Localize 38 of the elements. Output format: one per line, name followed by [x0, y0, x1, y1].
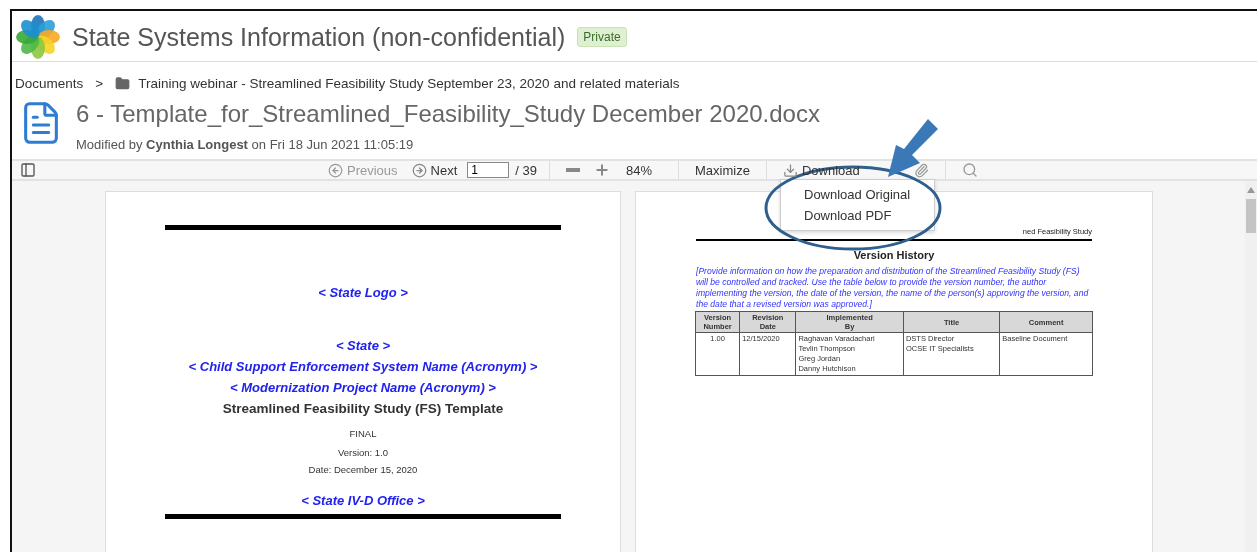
arrow-left-icon: [328, 162, 343, 178]
page-text: Version: 1.0: [337, 447, 389, 458]
visibility-badge: Private: [577, 27, 627, 47]
page-text: < Child Support Enforcement System Name (Acronym) >: [188, 359, 538, 374]
page-text: < State >: [335, 338, 391, 353]
page-text: < State Logo >: [318, 285, 408, 300]
logo-icon: [14, 13, 62, 61]
section-heading: Version History: [853, 249, 935, 261]
folder-icon: [115, 76, 131, 91]
next-button[interactable]: Next: [407, 162, 462, 178]
minus-icon: [566, 168, 580, 172]
paperclip-icon: [913, 162, 929, 178]
plus-icon: [594, 162, 610, 178]
menu-item[interactable]: Download Original: [781, 184, 934, 205]
document-title: 6 - Template_for_Streamlined_Feasibility_Study December 2020.docx: [76, 100, 820, 128]
scroll-up-icon[interactable]: [1247, 187, 1255, 193]
sidebar-toggle-icon[interactable]: [20, 162, 36, 178]
page-number-field[interactable]: 1: [467, 162, 510, 178]
download-icon: [782, 162, 798, 178]
page-text: Date: December 15, 2020: [308, 464, 418, 475]
instruction-text: [Provide information on how the preparation and distribution of the Streamlined Feasibility Study (FS) will be controlled and tracked. Use the table below to provide the version number, the author implementing the version, the date of the version, the name of the person(s) approving the version, and the date that a revised version was approved.]: [696, 266, 1090, 310]
page-total: / 39: [515, 162, 537, 178]
modified-info: Modified by Cynthia Longest on Fri 18 Jun 2021 11:05:19: [76, 137, 415, 152]
page-text: FINAL: [349, 428, 377, 439]
site-title: State Systems Information (non-confidential): [72, 22, 566, 52]
page-text: < State IV-D Office >: [301, 493, 425, 508]
breadcrumb-link[interactable]: Documents: [15, 76, 84, 91]
search-icon: [961, 162, 978, 178]
scrollbar[interactable]: [1245, 181, 1257, 552]
page-text: Streamlined Feasibility Study (FS) Template: [222, 401, 504, 416]
menu-item[interactable]: Download PDF: [781, 205, 934, 226]
breadcrumb-link[interactable]: Training webinar - Streamlined Feasibility Study September 23, 2020 and related materials: [138, 76, 680, 91]
page-text: < Modernization Project Name (Acronym) >: [230, 380, 496, 395]
breadcrumb-separator: >: [95, 76, 104, 91]
zoom-level: 84%: [626, 162, 653, 178]
scrollbar-thumb[interactable]: [1246, 199, 1256, 233]
maximize-button[interactable]: Maximize: [691, 162, 754, 178]
arrow-right-icon: [411, 162, 427, 178]
